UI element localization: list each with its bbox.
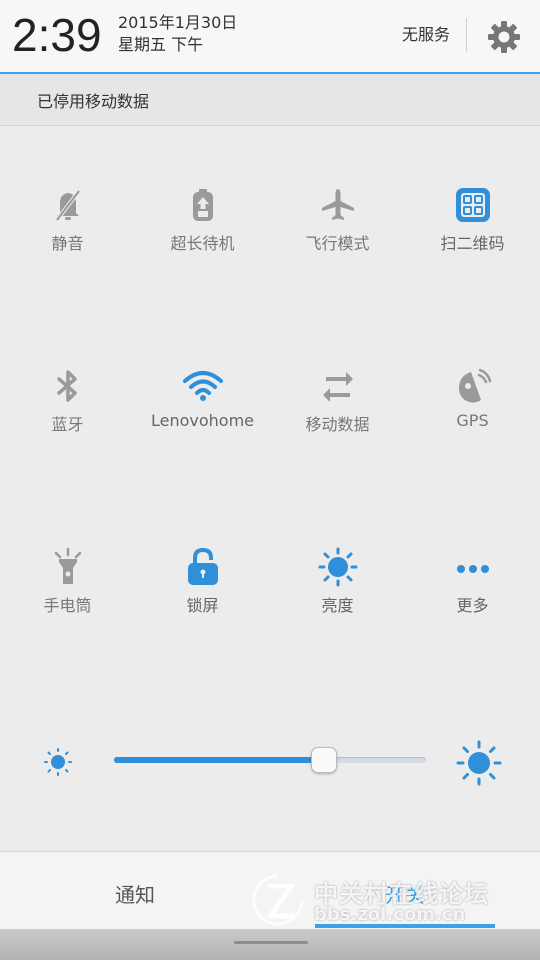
brightness-control bbox=[0, 730, 540, 790]
tab-label: 通知 bbox=[115, 883, 155, 907]
toggle-label: 蓝牙 bbox=[51, 415, 84, 434]
zol-logo bbox=[250, 874, 306, 926]
toggle-mute[interactable]: 静音 bbox=[0, 180, 135, 270]
notice-text: 已停用移动数据 bbox=[37, 92, 150, 111]
toggle-label: 更多 bbox=[456, 596, 489, 615]
bluetooth-icon bbox=[48, 366, 88, 406]
lock-icon bbox=[183, 547, 223, 587]
brightness-slider[interactable] bbox=[114, 747, 426, 773]
clock: 2:39 bbox=[12, 9, 102, 61]
brightness-slider-fill bbox=[114, 757, 324, 763]
more-icon bbox=[453, 547, 493, 587]
date-block: 2015年1月30日 星期五 下午 bbox=[118, 12, 237, 56]
service-status: 无服务 bbox=[402, 25, 451, 44]
mute-bell-icon bbox=[48, 185, 88, 225]
flashlight-icon bbox=[48, 547, 88, 587]
header-divider bbox=[466, 18, 467, 52]
toggle-mobile-data[interactable]: 移动数据 bbox=[270, 361, 405, 451]
drag-handle[interactable] bbox=[234, 941, 308, 944]
toggle-more[interactable]: 更多 bbox=[405, 542, 540, 632]
toggle-qr-scan[interactable]: 扫二维码 bbox=[405, 180, 540, 270]
mobile-data-icon bbox=[318, 366, 358, 406]
toggle-label: Lenovohome bbox=[150, 411, 255, 430]
qr-scan-icon bbox=[453, 185, 493, 225]
toggle-long-standby[interactable]: 超长待机 bbox=[135, 180, 270, 270]
toggle-label: 飞行模式 bbox=[305, 234, 370, 253]
brightness-slider-thumb[interactable] bbox=[311, 747, 338, 773]
weekday-text: 星期五 下午 bbox=[118, 35, 204, 54]
toggle-bluetooth[interactable]: 蓝牙 bbox=[0, 361, 135, 451]
toggle-airplane[interactable]: 飞行模式 bbox=[270, 180, 405, 270]
gear-icon[interactable] bbox=[486, 19, 522, 55]
toggle-flashlight[interactable]: 手电筒 bbox=[0, 542, 135, 632]
toggle-brightness[interactable]: 亮度 bbox=[270, 542, 405, 632]
toggle-label: 扫二维码 bbox=[440, 234, 505, 253]
pull-handle-bar[interactable] bbox=[0, 929, 540, 960]
toggle-label: 移动数据 bbox=[305, 415, 370, 434]
long-standby-icon bbox=[183, 185, 223, 225]
brightness-low-icon bbox=[42, 746, 74, 778]
watermark: 中关村在线论坛 bbs.zol.com.cn bbox=[250, 870, 530, 930]
toggle-lock-screen[interactable]: 锁屏 bbox=[135, 542, 270, 632]
toggle-label: 锁屏 bbox=[186, 596, 219, 615]
toggle-label: 超长待机 bbox=[170, 234, 235, 253]
status-header: 2:39 2015年1月30日 星期五 下午 无服务 bbox=[0, 0, 540, 74]
gps-icon bbox=[453, 366, 493, 406]
tab-notifications[interactable]: 通知 bbox=[0, 852, 270, 930]
toggle-label: 亮度 bbox=[321, 596, 354, 615]
watermark-url: bbs.zol.com.cn bbox=[314, 904, 466, 925]
mobile-data-notice: 已停用移动数据 bbox=[0, 74, 540, 126]
brightness-icon bbox=[318, 547, 358, 587]
toggle-label: GPS bbox=[456, 411, 489, 430]
toggle-label: 手电筒 bbox=[43, 596, 92, 615]
brightness-high-icon bbox=[456, 740, 502, 786]
wifi-icon bbox=[182, 366, 223, 406]
toggle-label: 静音 bbox=[51, 234, 84, 253]
toggle-wifi[interactable]: Lenovohome bbox=[135, 361, 270, 451]
date-text: 2015年1月30日 bbox=[118, 13, 238, 32]
toggle-gps[interactable]: GPS bbox=[405, 361, 540, 451]
airplane-icon bbox=[318, 185, 358, 225]
